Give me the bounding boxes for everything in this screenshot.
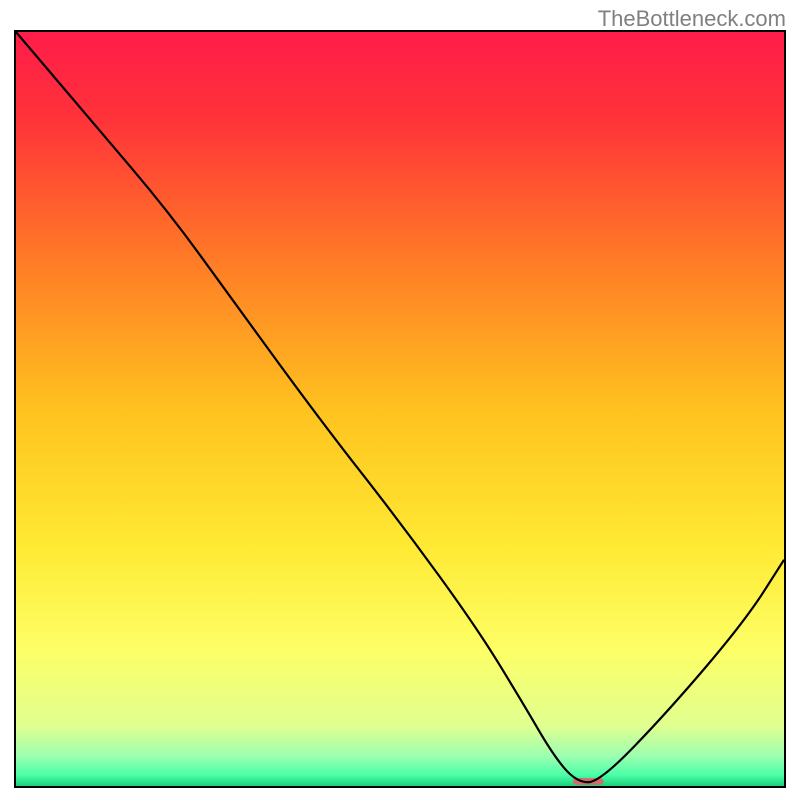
chart-frame	[14, 30, 786, 788]
chart-svg	[16, 32, 784, 786]
chart-gradient-bg	[16, 32, 784, 786]
watermark-text: TheBottleneck.com	[598, 6, 786, 32]
chart-plot-area	[16, 32, 784, 786]
